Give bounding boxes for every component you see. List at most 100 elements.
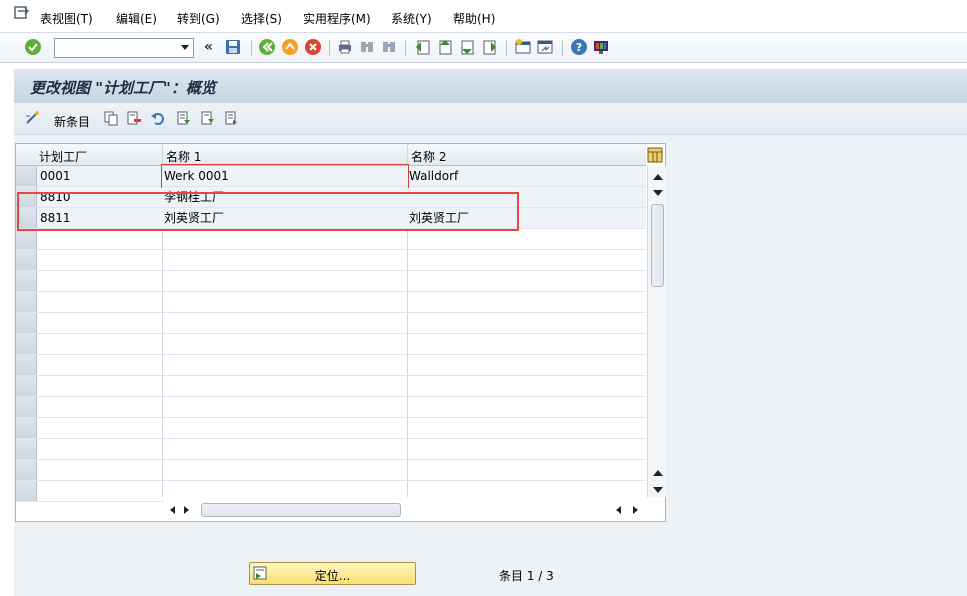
cell-name1[interactable]: 李钢桂工厂	[163, 187, 224, 207]
cell-plant[interactable]	[39, 292, 40, 312]
column-header-plant[interactable]: 计划工厂	[39, 148, 87, 165]
row-selector[interactable]	[16, 334, 37, 354]
vertical-scroll-thumb[interactable]	[651, 204, 664, 287]
first-page-icon[interactable]	[414, 38, 432, 56]
cell-plant[interactable]	[39, 439, 40, 459]
table-row[interactable]	[16, 271, 646, 292]
command-input[interactable]	[55, 39, 173, 57]
save-icon[interactable]	[224, 38, 242, 56]
scroll-left-icon[interactable]	[170, 506, 175, 514]
last-page-icon[interactable]	[480, 38, 498, 56]
table-row[interactable]	[16, 250, 646, 271]
scroll-down-icon[interactable]	[653, 487, 663, 493]
cell-name2[interactable]	[408, 460, 409, 480]
row-selector[interactable]	[16, 481, 37, 501]
next-page-icon[interactable]	[458, 38, 476, 56]
deselect-all-icon[interactable]	[223, 110, 239, 126]
previous-page-icon[interactable]	[436, 38, 454, 56]
cell-name1[interactable]	[163, 355, 164, 375]
table-row[interactable]	[16, 439, 646, 460]
row-selector[interactable]	[16, 418, 37, 438]
undo-change-icon[interactable]	[150, 110, 166, 126]
cell-plant[interactable]	[39, 481, 40, 501]
row-selector[interactable]	[16, 397, 37, 417]
cell-name1[interactable]	[163, 271, 164, 291]
enter-check-icon[interactable]	[24, 38, 42, 56]
cell-name1[interactable]	[163, 313, 164, 333]
cell-name1[interactable]	[163, 250, 164, 270]
row-selector[interactable]	[16, 229, 37, 249]
cell-name2[interactable]	[408, 292, 409, 312]
row-selector[interactable]	[16, 166, 37, 186]
cell-name2[interactable]	[408, 250, 409, 270]
scroll-right-icon[interactable]	[184, 506, 189, 514]
create-session-icon[interactable]	[514, 38, 532, 56]
table-settings-icon[interactable]	[647, 147, 663, 163]
edit-display-icon[interactable]	[24, 110, 40, 126]
customize-layout-icon[interactable]	[592, 38, 610, 56]
row-selector[interactable]	[16, 313, 37, 333]
cell-plant[interactable]: 8810	[39, 187, 71, 207]
cell-name1[interactable]	[163, 376, 164, 396]
cell-name1[interactable]	[163, 481, 164, 501]
row-selector[interactable]	[16, 439, 37, 459]
find-icon[interactable]	[358, 38, 376, 56]
table-row[interactable]	[16, 397, 646, 418]
cell-name1[interactable]: 刘英贤工厂	[163, 208, 224, 228]
table-row[interactable]	[16, 292, 646, 313]
menu-utilities[interactable]: 实用程序(M)	[303, 10, 371, 27]
cell-name2[interactable]	[408, 271, 409, 291]
table-row[interactable]	[16, 355, 646, 376]
cell-plant[interactable]	[39, 418, 40, 438]
table-row[interactable]	[16, 334, 646, 355]
column-header-name1[interactable]: 名称 1	[166, 148, 201, 165]
cell-name2[interactable]	[408, 481, 409, 501]
back-icon[interactable]	[258, 38, 276, 56]
table-row[interactable]	[16, 481, 646, 502]
menu-system[interactable]: 系统(Y)	[391, 10, 432, 27]
cell-name2[interactable]	[408, 418, 409, 438]
cell-name1[interactable]	[163, 460, 164, 480]
command-history-button[interactable]: «	[204, 39, 213, 55]
cell-plant[interactable]	[39, 229, 40, 249]
print-icon[interactable]	[336, 38, 354, 56]
help-icon[interactable]: ?	[570, 38, 588, 56]
cell-name2[interactable]	[408, 313, 409, 333]
column-header-name2[interactable]: 名称 2	[411, 148, 446, 165]
menu-goto[interactable]: 转到(G)	[177, 10, 220, 27]
cell-plant[interactable]: 0001	[39, 166, 71, 186]
cell-name2[interactable]: 刘英贤工厂	[408, 208, 469, 228]
cell-plant[interactable]	[39, 376, 40, 396]
table-row[interactable]: 8811 刘英贤工厂 刘英贤工厂	[16, 208, 646, 229]
scroll-up-icon[interactable]	[653, 174, 663, 180]
find-next-icon[interactable]	[380, 38, 398, 56]
scroll-up-icon[interactable]	[653, 470, 663, 476]
menu-edit[interactable]: 编辑(E)	[116, 10, 157, 27]
table-row[interactable]: 8810 李钢桂工厂	[16, 187, 646, 208]
cell-plant[interactable]	[39, 271, 40, 291]
create-shortcut-icon[interactable]	[536, 38, 554, 56]
cell-name2[interactable]	[408, 397, 409, 417]
cell-plant[interactable]	[39, 313, 40, 333]
row-selector[interactable]	[16, 460, 37, 480]
select-all-icon[interactable]	[175, 110, 191, 126]
copy-as-icon[interactable]	[103, 110, 119, 126]
table-row[interactable]	[16, 418, 646, 439]
delete-icon[interactable]	[126, 110, 142, 126]
scroll-left-icon[interactable]	[616, 506, 621, 514]
scroll-right-icon[interactable]	[633, 506, 638, 514]
table-row[interactable]	[16, 313, 646, 334]
cell-name1[interactable]	[163, 439, 164, 459]
table-row[interactable]: 0001 Werk 0001 Walldorf	[16, 166, 646, 187]
chevron-down-icon[interactable]	[181, 45, 189, 50]
cell-name1[interactable]	[163, 397, 164, 417]
row-selector[interactable]	[16, 187, 37, 207]
select-block-icon[interactable]	[199, 110, 215, 126]
row-selector[interactable]	[16, 271, 37, 291]
row-selector[interactable]	[16, 355, 37, 375]
cell-plant[interactable]: 8811	[39, 208, 71, 228]
position-button[interactable]: 定位...	[249, 562, 416, 585]
scroll-down-icon[interactable]	[653, 190, 663, 196]
cell-plant[interactable]	[39, 355, 40, 375]
exit-icon[interactable]	[281, 38, 299, 56]
